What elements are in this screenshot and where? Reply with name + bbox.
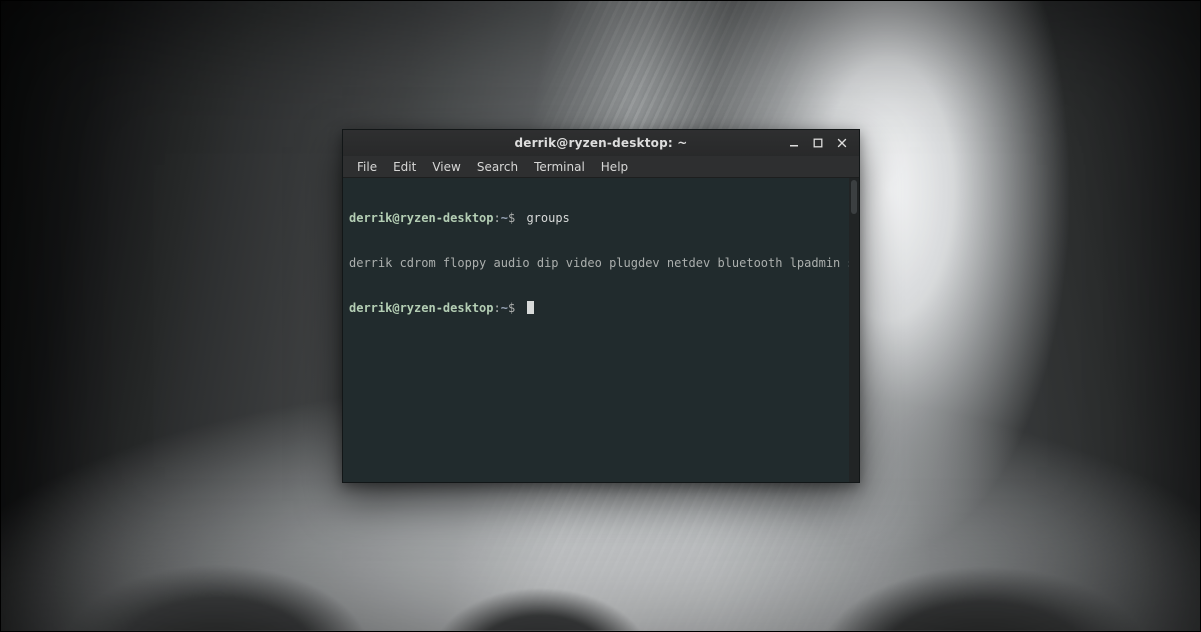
terminal-output: derrik cdrom floppy audio dip video plug… [349,256,853,271]
minimize-button[interactable] [783,134,805,152]
prompt-sigil: $ [508,211,515,225]
prompt-separator: : [494,211,501,225]
scrollbar-track[interactable] [849,178,859,482]
menu-edit[interactable]: Edit [385,156,424,177]
menu-view[interactable]: View [424,156,468,177]
prompt-separator: : [494,301,501,315]
scrollbar-thumb[interactable] [851,180,857,214]
menu-terminal[interactable]: Terminal [526,156,593,177]
menubar: File Edit View Search Terminal Help [343,156,859,178]
terminal-viewport[interactable]: derrik@ryzen-desktop:~$ groups derrik cd… [343,178,859,482]
minimize-icon [789,138,799,148]
command-text: groups [526,211,569,225]
close-button[interactable] [831,134,853,152]
desktop-wallpaper: derrik@ryzen-desktop: ~ [0,0,1201,632]
prompt-userhost: derrik@ryzen-desktop [349,301,494,315]
menu-search[interactable]: Search [469,156,526,177]
window-titlebar[interactable]: derrik@ryzen-desktop: ~ [343,130,859,156]
terminal-line: derrik@ryzen-desktop:~$ [349,301,853,316]
prompt-userhost: derrik@ryzen-desktop [349,211,494,225]
prompt-path: ~ [501,301,508,315]
window-title: derrik@ryzen-desktop: ~ [343,136,859,150]
menu-help[interactable]: Help [593,156,636,177]
terminal-window: derrik@ryzen-desktop: ~ [342,129,860,483]
close-icon [837,138,847,148]
prompt-path: ~ [501,211,508,225]
prompt-sigil: $ [508,301,515,315]
maximize-button[interactable] [807,134,829,152]
terminal-line: derrik@ryzen-desktop:~$ groups [349,211,853,226]
cursor-icon [527,301,534,314]
window-controls [783,130,859,156]
menu-file[interactable]: File [349,156,385,177]
maximize-icon [813,138,823,148]
